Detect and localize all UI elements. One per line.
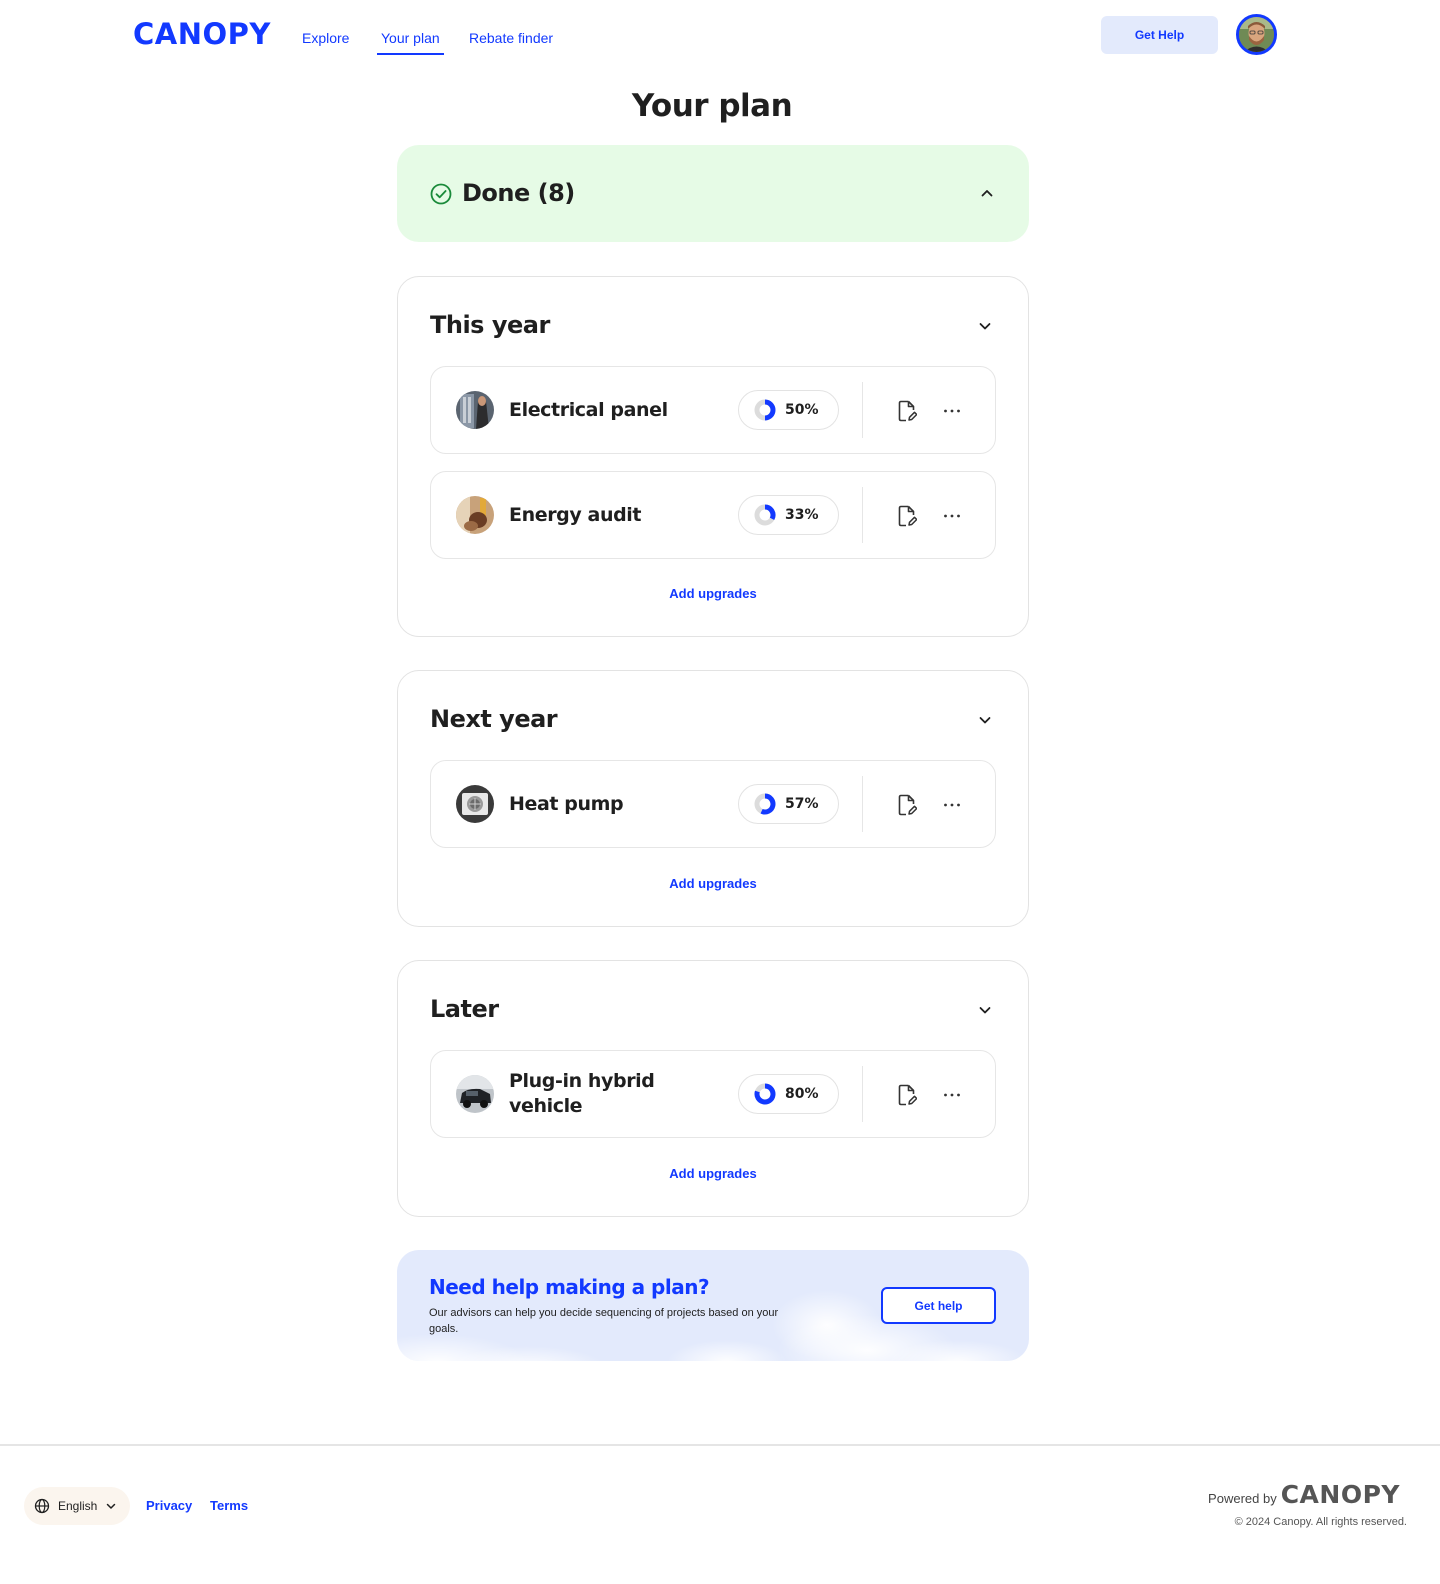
done-title: Done (8) (462, 179, 575, 207)
document-edit-icon[interactable] (897, 505, 917, 527)
progress-pill: 57% (738, 784, 839, 824)
nav-explore[interactable]: Explore (302, 30, 349, 46)
upgrade-item-energy-audit[interactable]: Energy audit 33% (430, 471, 996, 559)
help-title: Need help making a plan? (429, 1275, 710, 1299)
hybrid-vehicle-thumbnail (456, 1075, 494, 1113)
canopy-footer-logo: CANOPY (1280, 1480, 1400, 1509)
privacy-link[interactable]: Privacy (146, 1498, 192, 1513)
check-circle-icon (430, 183, 452, 205)
energy-audit-thumbnail (456, 496, 494, 534)
add-upgrades-link[interactable]: Add upgrades (398, 876, 1028, 891)
item-name-line: Plug-in hybrid (509, 1070, 655, 1092)
upgrade-item-plug-in-hybrid[interactable]: Plug-in hybrid vehicle 80% (430, 1050, 996, 1138)
progress-value: 50% (785, 402, 819, 418)
upgrade-item-heat-pump[interactable]: Heat pump 57% (430, 760, 996, 848)
help-description: Our advisors can help you decide sequenc… (429, 1307, 779, 1335)
powered-by-label: Powered by (1208, 1491, 1277, 1506)
user-avatar[interactable] (1236, 14, 1277, 55)
section-title: Later (430, 995, 499, 1023)
progress-arc (764, 399, 776, 421)
footer-divider (0, 1444, 1440, 1446)
chevron-down-icon[interactable] (977, 1002, 993, 1018)
nav-rebate-finder[interactable]: Rebate finder (469, 30, 553, 46)
document-edit-icon[interactable] (897, 1084, 917, 1106)
document-edit-icon[interactable] (897, 400, 917, 422)
language-label: English (58, 1499, 98, 1513)
item-name: Energy audit (509, 504, 642, 526)
progress-pill: 33% (738, 495, 839, 535)
progress-value: 57% (785, 796, 819, 812)
item-name: Electrical panel (509, 399, 668, 421)
progress-pill: 50% (738, 390, 839, 430)
globe-icon (34, 1498, 50, 1514)
get-help-plan-button[interactable]: Get help (881, 1287, 996, 1324)
language-select[interactable]: English (24, 1487, 130, 1525)
avatar-photo (1239, 17, 1274, 52)
help-banner: Need help making a plan? Our advisors ca… (397, 1250, 1029, 1361)
copyright-text: © 2024 Canopy. All rights reserved. (1234, 1516, 1407, 1528)
progress-ring-icon (754, 504, 776, 526)
progress-ring-icon (754, 399, 776, 421)
chevron-down-icon[interactable] (977, 318, 993, 334)
more-horizontal-icon[interactable] (942, 795, 962, 815)
more-horizontal-icon[interactable] (942, 401, 962, 421)
upgrade-item-electrical-panel[interactable]: Electrical panel 50% (430, 366, 996, 454)
add-upgrades-link[interactable]: Add upgrades (398, 1166, 1028, 1181)
section-title: Next year (430, 705, 558, 733)
terms-link[interactable]: Terms (210, 1498, 248, 1513)
top-nav: CANOPY Explore Your plan Rebate finder G… (0, 0, 1440, 76)
progress-arc (764, 504, 776, 521)
heat-pump-thumbnail (456, 785, 494, 823)
item-divider (862, 1066, 863, 1122)
item-divider (862, 382, 863, 438)
section-this-year: This year Electrical panel 50% Energy au… (397, 276, 1029, 637)
section-title: This year (430, 311, 550, 339)
progress-ring-icon (754, 793, 776, 815)
item-divider (862, 776, 863, 832)
more-horizontal-icon[interactable] (942, 1085, 962, 1105)
item-name: Heat pump (509, 793, 624, 815)
section-next-year: Next year Heat pump 57% Add upgrades (397, 670, 1029, 927)
progress-ring-icon (754, 1083, 776, 1105)
electrical-panel-thumbnail (456, 391, 494, 429)
document-edit-icon[interactable] (897, 794, 917, 816)
powered-by: Powered by CANOPY (1208, 1480, 1400, 1509)
get-help-button[interactable]: Get Help (1101, 16, 1218, 54)
chevron-up-icon (981, 190, 993, 197)
chevron-down-icon[interactable] (977, 712, 993, 728)
chevron-down-icon (107, 1503, 116, 1509)
add-upgrades-link[interactable]: Add upgrades (398, 586, 1028, 601)
item-name-line: vehicle (509, 1095, 583, 1117)
more-horizontal-icon[interactable] (942, 506, 962, 526)
progress-value: 33% (785, 507, 819, 523)
done-section-toggle[interactable]: Done (8) (397, 145, 1029, 242)
section-later: Later Plug-in hybrid vehicle 80% Add upg… (397, 960, 1029, 1217)
nav-your-plan[interactable]: Your plan (377, 30, 444, 55)
item-name: Plug-in hybrid vehicle (509, 1069, 655, 1119)
progress-pill: 80% (738, 1074, 839, 1114)
page-title: Your plan (631, 88, 793, 124)
progress-value: 80% (785, 1086, 819, 1102)
canopy-logo[interactable]: CANOPY (133, 17, 271, 51)
item-divider (862, 487, 863, 543)
